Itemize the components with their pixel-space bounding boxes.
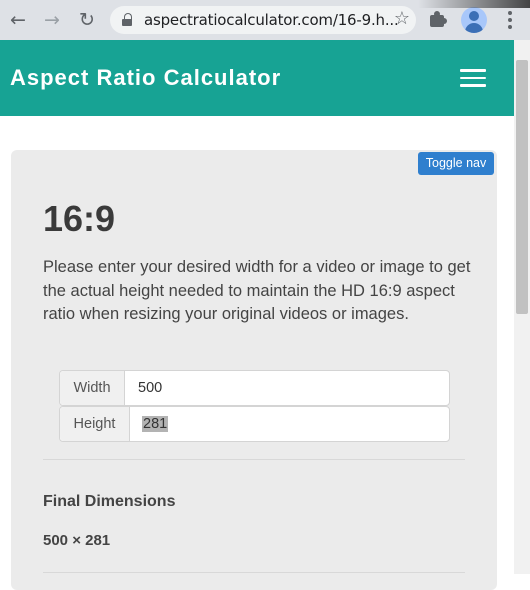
divider <box>43 459 465 460</box>
site-header: Aspect Ratio Calculator <box>0 40 514 116</box>
hamburger-menu-icon[interactable] <box>460 69 486 87</box>
profile-avatar[interactable] <box>461 7 487 33</box>
height-label: Height <box>60 407 130 441</box>
browser-toolbar: ← → ↻ aspectratiocalculator.com/16-9.h..… <box>0 0 530 40</box>
width-input[interactable]: 500 <box>138 371 438 405</box>
height-input[interactable]: 281 <box>142 407 438 441</box>
window-edge-shadow <box>418 0 530 8</box>
back-icon[interactable]: ← <box>6 8 30 32</box>
width-label: Width <box>60 371 125 405</box>
toggle-nav-button[interactable]: Toggle nav <box>418 152 494 175</box>
scrollbar-thumb[interactable] <box>516 60 528 314</box>
site-brand[interactable]: Aspect Ratio Calculator <box>10 65 281 91</box>
final-dimensions-value: 500 × 281 <box>43 532 111 549</box>
final-dimensions-heading: Final Dimensions <box>43 493 176 510</box>
width-input-group: Width 500 <box>59 370 450 406</box>
address-bar[interactable]: aspectratiocalculator.com/16-9.h... ☆ <box>110 6 416 34</box>
browser-menu-icon[interactable] <box>500 10 520 30</box>
forward-icon[interactable]: → <box>40 8 64 32</box>
extensions-puzzle-icon[interactable] <box>428 9 448 29</box>
page-description: Please enter your desired width for a vi… <box>43 258 471 323</box>
lock-icon[interactable] <box>122 13 132 26</box>
page-title: 16:9 <box>43 198 116 239</box>
reload-icon[interactable]: ↻ <box>75 8 99 32</box>
page-scrollbar[interactable] <box>514 40 530 574</box>
bookmark-star-icon[interactable]: ☆ <box>394 8 410 29</box>
url-text[interactable]: aspectratiocalculator.com/16-9.h... <box>144 11 399 29</box>
height-input-group: Height 281 <box>59 406 450 442</box>
divider-bottom <box>43 572 465 573</box>
height-value-selected[interactable]: 281 <box>142 416 169 432</box>
